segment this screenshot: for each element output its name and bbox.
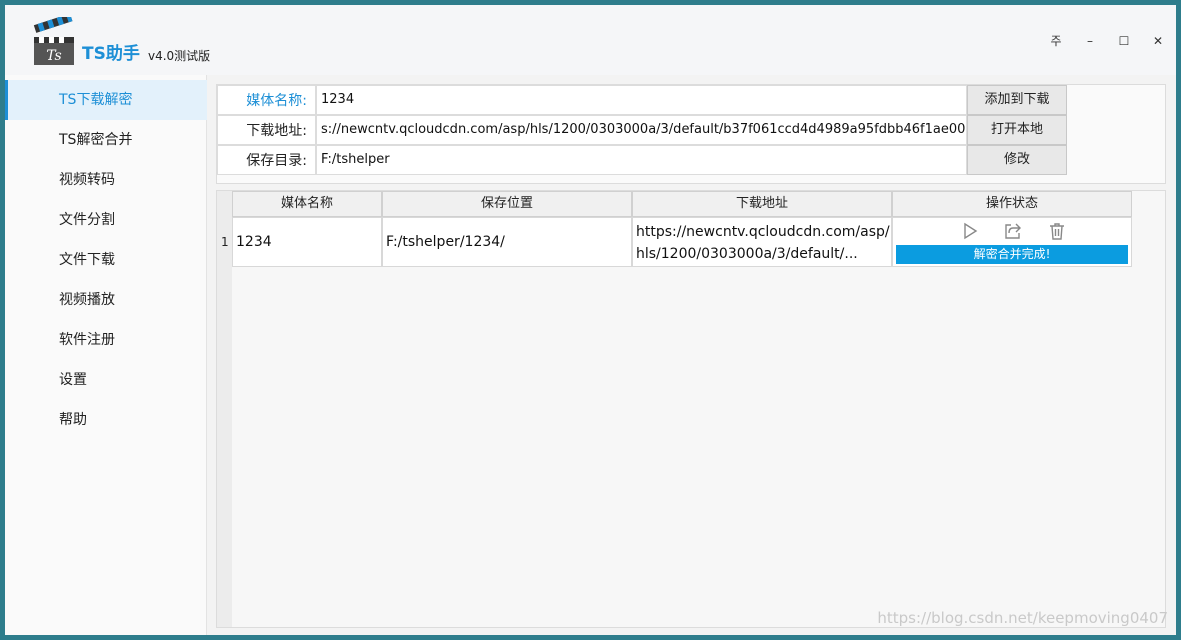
watermark: https://blog.csdn.net/keepmoving0407: [877, 609, 1168, 627]
clapperboard-logo-icon: Ts: [33, 17, 74, 65]
media-name-label: 媒体名称:: [217, 85, 316, 115]
maximize-button[interactable]: ☐: [1110, 31, 1138, 51]
save-dir-label: 保存目录:: [217, 145, 316, 175]
sidebar-item-settings[interactable]: 设置: [5, 360, 207, 400]
media-name-input[interactable]: 1234: [316, 85, 967, 115]
row-index: 1: [221, 235, 229, 249]
sidebar-item-help[interactable]: 帮助: [5, 400, 207, 440]
app-version: v4.0测试版: [148, 49, 211, 63]
column-header-operation-status[interactable]: 操作状态: [892, 191, 1132, 217]
download-table: 媒体名称 保存位置 下载地址 操作状态 1 1234 F:/tshelper/1…: [216, 190, 1166, 628]
modify-button[interactable]: 修改: [967, 145, 1067, 175]
title-bar: Ts TS助手 v4.0测试版 주 – ☐ ✕: [5, 5, 1176, 75]
sidebar-item-video-play[interactable]: 视频播放: [5, 280, 207, 320]
sidebar-item-ts-download-decrypt[interactable]: TS下载解密: [5, 80, 207, 120]
save-dir-input[interactable]: F:/tshelper: [316, 145, 967, 175]
pin-button[interactable]: 주: [1042, 31, 1070, 51]
column-header-download-url[interactable]: 下载地址: [632, 191, 892, 217]
minimize-button[interactable]: –: [1076, 31, 1104, 51]
open-folder-share-icon[interactable]: [1003, 221, 1023, 241]
status-progress-bar: 解密合并完成!: [896, 245, 1128, 264]
cell-media-name[interactable]: 1234: [232, 217, 382, 267]
sidebar-item-file-download[interactable]: 文件下载: [5, 240, 207, 280]
add-to-download-button[interactable]: 添加到下载: [967, 85, 1067, 115]
column-header-media-name[interactable]: 媒体名称: [232, 191, 382, 217]
url-line-2: hls/1200/0303000a/3/default/...: [636, 246, 858, 262]
sidebar-item-file-split[interactable]: 文件分割: [5, 200, 207, 240]
download-form: 媒体名称: 1234 添加到下载 下载地址: s://newcntv.qclou…: [216, 84, 1166, 184]
sidebar-item-video-transcode[interactable]: 视频转码: [5, 160, 207, 200]
cell-download-url[interactable]: https://newcntv.qcloudcdn.com/asp/ hls/1…: [632, 217, 892, 267]
column-header-save-location[interactable]: 保存位置: [382, 191, 632, 217]
cell-save-location[interactable]: F:/tshelper/1234/: [382, 217, 632, 267]
sidebar: TS下载解密 TS解密合并 视频转码 文件分割 文件下载 视频播放 软件注册 设…: [5, 75, 207, 635]
app-window: Ts TS助手 v4.0测试版 주 – ☐ ✕ TS下载解密 TS解密合并 视频…: [5, 5, 1176, 635]
sidebar-item-software-register[interactable]: 软件注册: [5, 320, 207, 360]
trash-icon[interactable]: [1047, 221, 1067, 241]
logo-text: Ts: [46, 48, 62, 64]
app-name: TS助手: [82, 44, 140, 64]
close-button[interactable]: ✕: [1144, 31, 1172, 51]
play-icon[interactable]: [960, 221, 980, 241]
open-local-button[interactable]: 打开本地: [967, 115, 1067, 145]
download-url-label: 下载地址:: [217, 115, 316, 145]
url-line-1: https://newcntv.qcloudcdn.com/asp/: [636, 224, 890, 240]
sidebar-item-ts-decrypt-merge[interactable]: TS解密合并: [5, 120, 207, 160]
download-url-input[interactable]: s://newcntv.qcloudcdn.com/asp/hls/1200/0…: [316, 115, 967, 145]
